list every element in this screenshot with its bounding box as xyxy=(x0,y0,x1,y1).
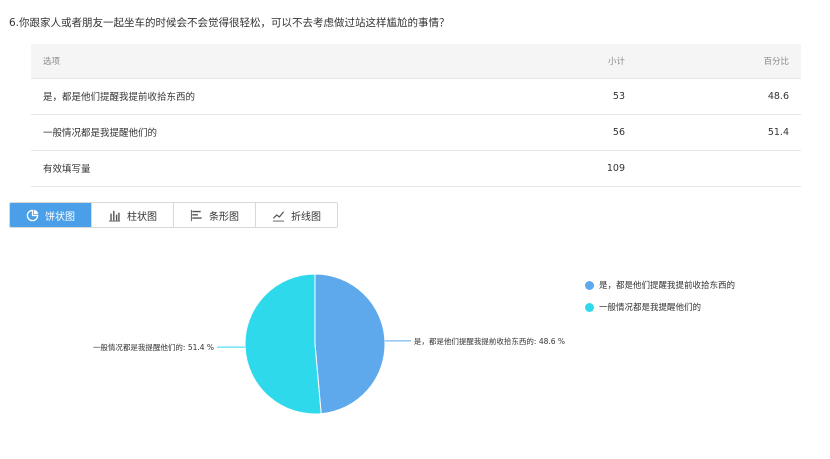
tab-label: 折线图 xyxy=(291,211,321,223)
horizontal-bar-icon xyxy=(190,209,203,222)
total-percent xyxy=(637,150,801,187)
bar-chart-icon xyxy=(108,209,121,222)
row-percent: 51.4 xyxy=(637,114,801,151)
slice-label: 是，都是他们提醒我提前收拾东西的: 48.6 % xyxy=(414,336,565,346)
tab-horizontal-bar-chart[interactable]: 条形图 xyxy=(173,203,255,227)
tab-label: 饼状图 xyxy=(45,211,75,223)
total-row: 有效填写量 109 xyxy=(31,150,801,187)
row-option: 是，都是他们提醒我提前收拾东西的 xyxy=(31,78,473,115)
legend-item[interactable]: 是，都是他们提醒我提前收拾东西的 xyxy=(585,274,735,296)
legend-item[interactable]: 一般情况都是我提醒他们的 xyxy=(585,296,735,318)
pie-chart-icon xyxy=(26,209,39,222)
row-count: 56 xyxy=(473,114,637,151)
tab-label: 柱状图 xyxy=(127,211,157,223)
legend-label: 一般情况都是我提醒他们的 xyxy=(599,303,702,313)
legend-label: 是，都是他们提醒我提前收拾东西的 xyxy=(599,281,736,291)
legend-swatch xyxy=(585,280,594,290)
row-count: 53 xyxy=(473,78,637,115)
pie-slice[interactable] xyxy=(314,273,386,415)
tab-bar-chart[interactable]: 柱状图 xyxy=(91,203,173,227)
header-percent: 百分比 xyxy=(637,44,801,79)
chart-type-tabs: 饼状图 柱状图 条形图 折线图 xyxy=(9,202,338,228)
slice-label: 一般情况都是我提醒他们的: 51.4 % xyxy=(93,342,214,352)
tab-label: 条形图 xyxy=(209,211,239,223)
question-title: 6.你跟家人或者朋友一起坐车的时候会不会觉得很轻松，可以不去考虑做过站这样尴尬的… xyxy=(9,17,450,29)
legend-swatch xyxy=(585,302,594,312)
total-label: 有效填写量 xyxy=(31,150,473,187)
chart-legend: 是，都是他们提醒我提前收拾东西的 一般情况都是我提醒他们的 xyxy=(585,274,735,318)
line-chart-icon xyxy=(272,209,285,222)
header-option: 选项 xyxy=(31,44,473,79)
row-percent: 48.6 xyxy=(637,78,801,115)
pie-slice[interactable] xyxy=(244,273,322,415)
pie-chart: 是，都是他们提醒我提前收拾东西的: 48.6 % 一般情况都是我提醒他们的: 51… xyxy=(93,273,565,415)
tab-pie-chart[interactable]: 饼状图 xyxy=(10,203,91,227)
row-option: 一般情况都是我提醒他们的 xyxy=(31,114,473,151)
total-count: 109 xyxy=(473,150,637,187)
table-row: 是，都是他们提醒我提前收拾东西的 53 48.6 xyxy=(31,78,801,115)
tab-line-chart[interactable]: 折线图 xyxy=(255,203,337,227)
results-table: 选项 小计 百分比 是，都是他们提醒我提前收拾东西的 53 48.6 一般情况都… xyxy=(31,44,801,187)
table-header-row: 选项 小计 百分比 xyxy=(31,44,801,79)
table-row: 一般情况都是我提醒他们的 56 51.4 xyxy=(31,114,801,151)
header-count: 小计 xyxy=(473,44,637,79)
